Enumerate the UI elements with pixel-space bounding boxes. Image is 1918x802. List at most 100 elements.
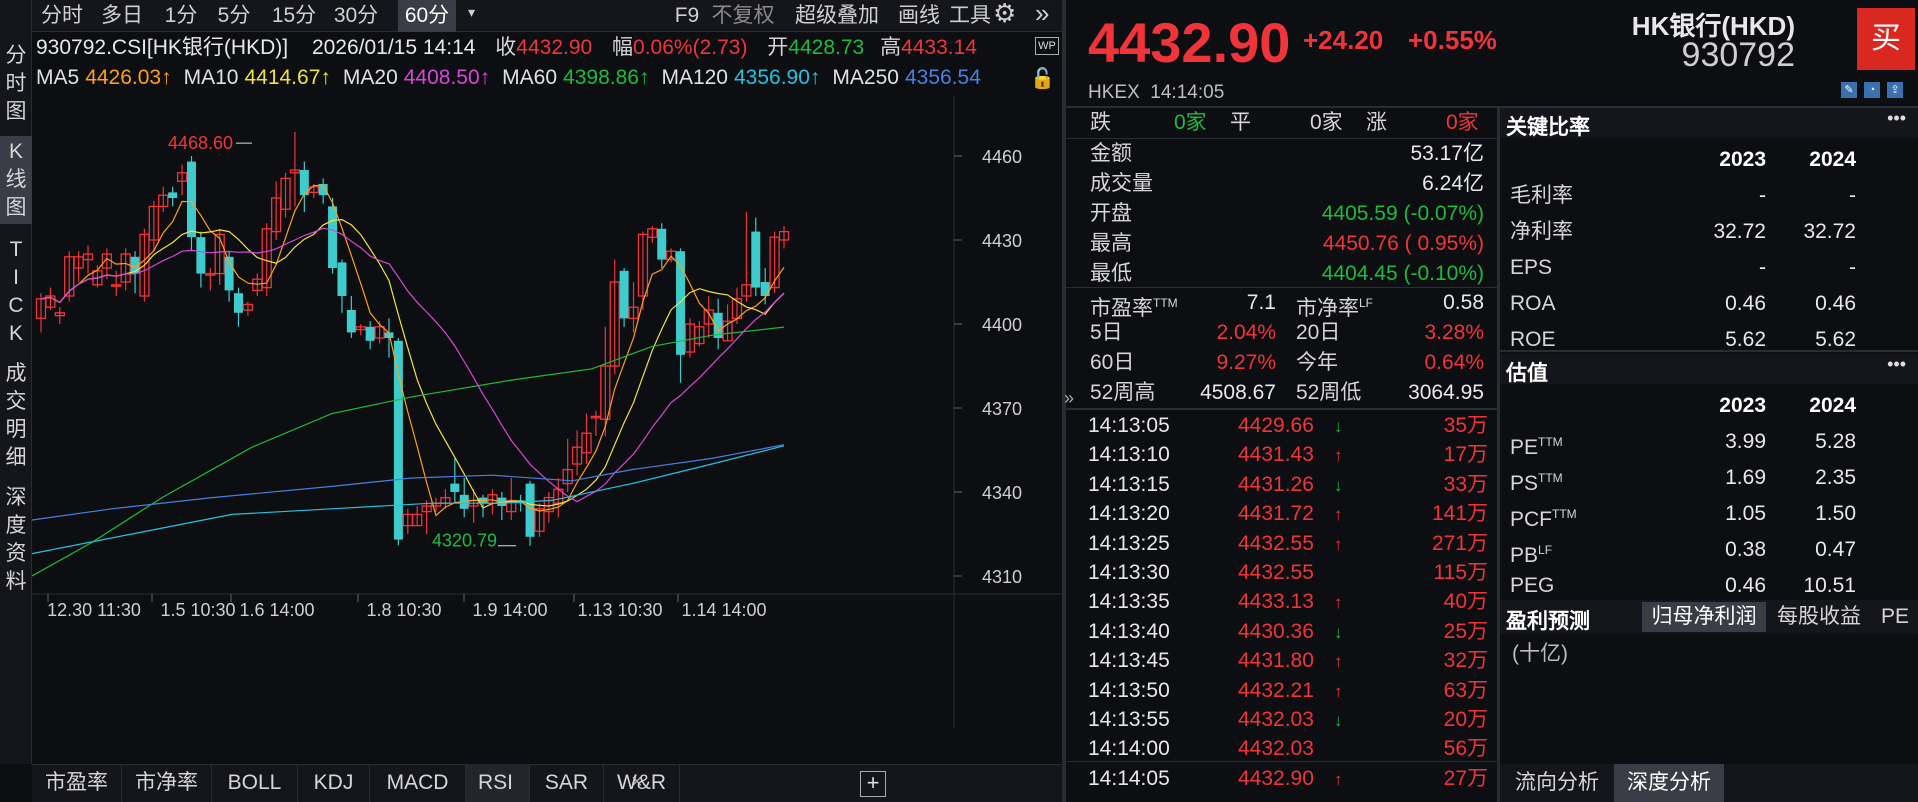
- more-icon[interactable]: •••: [1887, 108, 1906, 129]
- tab-indicator-3[interactable]: KDJ: [298, 764, 370, 802]
- edit-icon[interactable]: ✎: [1841, 82, 1857, 98]
- stat2-value: 0.64%: [1424, 351, 1484, 374]
- candle-body: [234, 293, 244, 313]
- tick-time: 14:13:20: [1088, 502, 1170, 526]
- tick-row[interactable]: 14:13:50 4432.21 ↑ 63万: [1088, 676, 1488, 706]
- left-tab-3[interactable]: 成交明细: [0, 358, 32, 474]
- tab-timeframe-3[interactable]: 5分: [212, 0, 256, 32]
- tick-row[interactable]: 14:13:20 4431.72 ↑ 141万: [1088, 499, 1488, 529]
- tab-analysis-1[interactable]: 深度分析: [1614, 764, 1724, 802]
- stat2-label-sup: LF: [1359, 296, 1374, 310]
- tick-row[interactable]: 14:13:15 4431.26 ↓ 33万: [1088, 470, 1488, 500]
- stat2-label: 60日: [1090, 351, 1135, 374]
- tab-timeframe-5[interactable]: 30分: [330, 0, 382, 32]
- toolbar-item-0[interactable]: F9: [672, 0, 702, 32]
- candlestick-chart[interactable]: 4460 4430 4400 4370 4340 4310 12.30 11:30 1.5 1…: [32, 96, 1062, 728]
- ma5-line: [40, 184, 785, 517]
- share-icon[interactable]: ⇪: [1887, 82, 1903, 98]
- left-tab-0[interactable]: 分时图: [0, 40, 32, 128]
- tab-timeframe-4[interactable]: 15分: [268, 0, 320, 32]
- ratio-label: ROE: [1510, 322, 1556, 358]
- tick-price: 4431.72: [1238, 502, 1314, 526]
- tick-row[interactable]: 14:14:00 4432.03 56万: [1088, 734, 1488, 764]
- ma-value: 4356.90↑: [734, 66, 821, 89]
- tick-volume: 141万: [1431, 502, 1488, 526]
- tab-forecast-2[interactable]: PE: [1872, 602, 1918, 632]
- tab-timeframe-0[interactable]: 分时: [36, 0, 88, 32]
- dropdown-arrow-icon[interactable]: ▾: [468, 4, 475, 21]
- ratio-value: 0.47: [1815, 538, 1856, 561]
- tick-time: 14:13:25: [1088, 531, 1170, 555]
- left-tab-4[interactable]: 深度资料: [0, 482, 32, 598]
- stat2-label-text: 市净率: [1296, 297, 1359, 320]
- expand-chevron-icon[interactable]: »: [1064, 388, 1074, 409]
- tab-indicator-5[interactable]: RSI: [466, 764, 530, 802]
- high-label: 高: [880, 36, 902, 59]
- candle-body: [393, 340, 403, 540]
- tick-row[interactable]: 14:13:35 4433.13 ↑ 40万: [1088, 587, 1488, 617]
- tick-row[interactable]: 14:13:10 4431.43 ↑ 17万: [1088, 440, 1488, 470]
- ratio-value: -: [1849, 184, 1856, 207]
- last-price: 4432.90: [1088, 11, 1291, 74]
- tab-forecast-1[interactable]: 每股收益: [1768, 602, 1870, 632]
- toolbar-item-2[interactable]: 超级叠加: [784, 0, 890, 32]
- tab-indicator-0[interactable]: 市盈率: [32, 764, 122, 802]
- tab-timeframe-6[interactable]: 60分: [398, 0, 456, 32]
- ma-value: 4398.86↑: [563, 66, 650, 89]
- up-count: 0家: [1446, 111, 1479, 134]
- wp-icon[interactable]: WP: [1035, 37, 1059, 55]
- datetime: 2026/01/15 14:14: [311, 36, 476, 59]
- tab-analysis-0[interactable]: 流向分析: [1502, 764, 1612, 802]
- collapse-chevron-icon[interactable]: »: [1035, 0, 1049, 29]
- toolbar-item-3[interactable]: 画线: [896, 0, 942, 32]
- tab-indicator-1[interactable]: 市净率: [122, 764, 212, 802]
- toolbar-item-4[interactable]: 工具: [946, 0, 994, 32]
- tick-time: 14:13:55: [1088, 708, 1170, 731]
- x-tick-label: 1.8 10:30: [366, 600, 441, 620]
- flat-count: 0家: [1310, 111, 1343, 134]
- stat2-value: 0.58: [1443, 291, 1484, 314]
- ratio-label-text: ROA: [1510, 292, 1556, 315]
- lock-icon[interactable]: 🔓: [1030, 66, 1055, 91]
- up-arrow-icon: ↑: [1334, 593, 1343, 613]
- left-tab-1[interactable]: K线图: [0, 136, 32, 224]
- left-tab-char: 料: [5, 570, 27, 593]
- year-header: 2024: [1809, 148, 1856, 171]
- ratio-value: -: [1759, 256, 1766, 279]
- stat2-label-text: 市盈率: [1090, 297, 1153, 320]
- symbol: 930792.CSI[HK银行(HKD)]: [36, 36, 289, 59]
- tick-row[interactable]: 14:13:55 4432.03 ↓ 20万: [1088, 705, 1488, 735]
- tick-row[interactable]: 14:14:05 4432.90 ↑ 27万: [1088, 764, 1488, 794]
- x-tick-label: 12.30 11:30: [47, 600, 141, 620]
- ratio-label-text: ROE: [1510, 328, 1556, 351]
- toolbar-item-1[interactable]: 不复权: [708, 0, 778, 32]
- tick-row[interactable]: 14:13:45 4431.80 ↑ 32万: [1088, 646, 1488, 676]
- tab-indicator-2[interactable]: BOLL: [212, 764, 298, 802]
- tab-indicator-4[interactable]: MACD: [370, 764, 466, 802]
- left-tab-2[interactable]: TICK: [0, 234, 32, 350]
- left-tab-char: 明: [5, 418, 27, 441]
- valuation-title: 估值: [1506, 362, 1548, 385]
- gear-icon[interactable]: ⚙: [993, 0, 1016, 29]
- add-indicator-icon[interactable]: +: [860, 771, 886, 797]
- buy-button[interactable]: 买: [1857, 8, 1915, 70]
- tab-timeframe-1[interactable]: 多日: [96, 0, 148, 32]
- tick-volume: 17万: [1443, 443, 1488, 467]
- ratio-row: PCFTTM1.051.503.13: [1506, 496, 1918, 532]
- tick-price: 4431.80: [1238, 649, 1314, 673]
- tick-row[interactable]: 14:13:25 4432.55 ↑ 271万: [1088, 529, 1488, 559]
- tab-forecast-0[interactable]: 归母净利润: [1642, 602, 1766, 632]
- tick-row[interactable]: 14:13:40 4430.36 ↓ 25万: [1088, 617, 1488, 647]
- tab-timeframe-2[interactable]: 1分: [162, 0, 200, 32]
- down-count: 0家: [1174, 111, 1207, 134]
- tick-row[interactable]: 14:13:30 4432.55 115万: [1088, 558, 1488, 588]
- tab-indicator-6[interactable]: SAR: [530, 764, 604, 802]
- year-header: 2023: [1719, 148, 1766, 171]
- alert-icon[interactable]: ◔: [1864, 82, 1880, 98]
- more-icon[interactable]: •••: [1887, 354, 1906, 375]
- tick-row[interactable]: 14:13:05 4429.66 ↓ 35万: [1088, 411, 1488, 441]
- ma-name: MA120: [661, 66, 728, 89]
- ratio-row: PETTM3.995.285.89: [1506, 424, 1918, 460]
- stat-value: 6.24亿: [1422, 172, 1484, 195]
- tab-indicator-7[interactable]: W&R: [604, 764, 680, 802]
